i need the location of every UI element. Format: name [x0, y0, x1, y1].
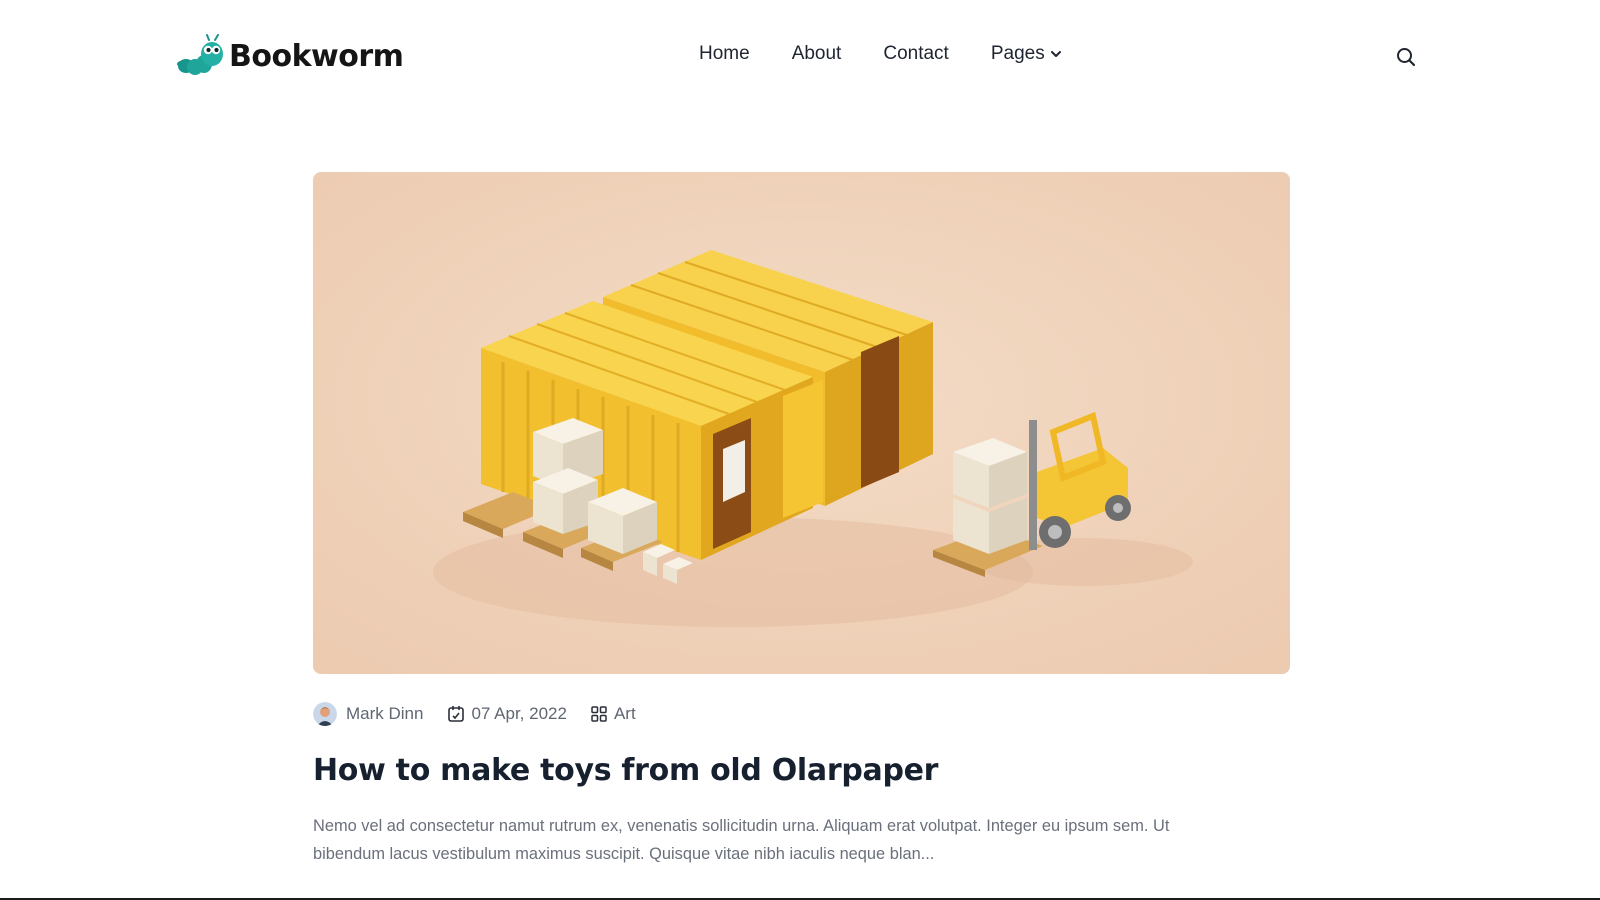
- post-author[interactable]: Mark Dinn: [346, 704, 423, 724]
- brand-name: Bookworm: [229, 38, 404, 74]
- post-title[interactable]: How to make toys from old Olarpaper: [313, 752, 1290, 790]
- post-meta: Mark Dinn 07 Apr, 2022 Art: [313, 701, 1290, 727]
- containers-forklift-illustration: [313, 172, 1290, 674]
- nav-pages-label: Pages: [990, 43, 1045, 64]
- post-category[interactable]: Art: [614, 704, 636, 724]
- blog-post-card: Mark Dinn 07 Apr, 2022 Art How to make t…: [313, 172, 1290, 868]
- search-icon[interactable]: [1395, 46, 1417, 68]
- bookworm-caterpillar-icon: [177, 34, 223, 75]
- chevron-down-icon: [1050, 51, 1061, 57]
- category-grid-icon: [591, 706, 607, 722]
- post-featured-image[interactable]: [313, 172, 1290, 674]
- site-logo[interactable]: Bookworm: [177, 34, 404, 78]
- post-date: 07 Apr, 2022: [471, 704, 567, 723]
- nav-pages-dropdown[interactable]: Pages: [991, 42, 1062, 66]
- site-header: Bookworm Home About Contact Pages: [0, 0, 1600, 115]
- nav-contact[interactable]: Contact: [883, 42, 948, 66]
- post-excerpt: Nemo vel ad consectetur namut rutrum ex,…: [313, 817, 1170, 863]
- calendar-icon: [448, 706, 465, 722]
- author-avatar: [313, 702, 337, 726]
- nav-home[interactable]: Home: [699, 42, 750, 66]
- nav-about[interactable]: About: [792, 42, 842, 66]
- main-nav: Home About Contact Pages: [699, 42, 1062, 66]
